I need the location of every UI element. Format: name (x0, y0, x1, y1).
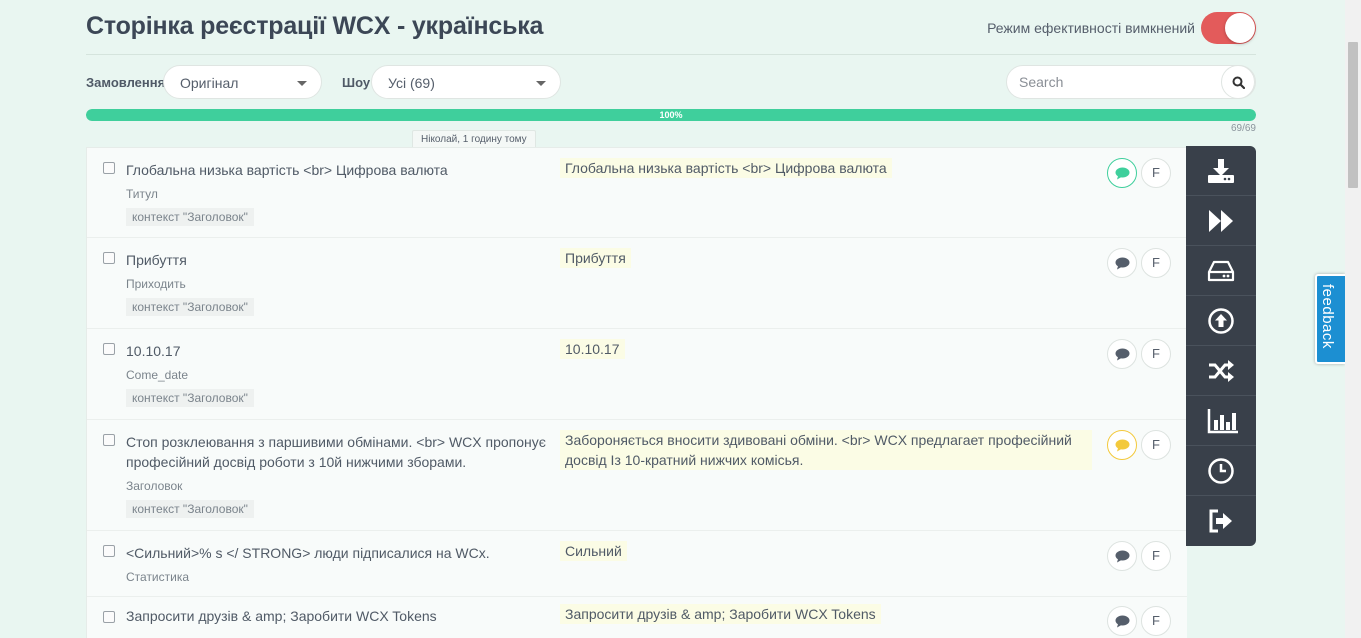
toolbar-shuffle-button[interactable] (1186, 346, 1256, 396)
toolbar-sign-out-button[interactable] (1186, 496, 1256, 546)
comment-icon (1115, 615, 1130, 628)
comment-button[interactable] (1107, 541, 1137, 571)
header-divider (86, 54, 1256, 55)
flag-button[interactable]: F (1141, 339, 1171, 369)
translation-text[interactable]: Глобальна низька вартість <br> Цифрова в… (560, 158, 892, 178)
translation-text[interactable]: 10.10.17 (560, 339, 625, 359)
row-checkbox[interactable] (103, 434, 115, 446)
shuffle-icon (1209, 360, 1234, 382)
row-checkbox[interactable] (103, 545, 115, 557)
comment-icon (1115, 257, 1130, 270)
comment-icon (1115, 439, 1130, 452)
flag-button[interactable]: F (1141, 606, 1171, 636)
string-key: Приходить (126, 277, 186, 291)
toolbar-history-button[interactable] (1186, 446, 1256, 496)
performance-mode-label: Режим ефективності вимкнений (987, 20, 1195, 36)
history-icon (1208, 458, 1234, 484)
search-box (1006, 65, 1256, 99)
toolbar-drive-button[interactable] (1186, 246, 1256, 296)
list-item: Прибуття Приходить контекст "Заголовок" … (87, 238, 1187, 329)
progress-fill: 100% (86, 109, 1256, 121)
progress-count: 69/69 (1230, 123, 1256, 134)
string-key: Титул (126, 187, 158, 201)
row-checkbox[interactable] (103, 162, 115, 174)
row-checkbox[interactable] (103, 252, 115, 264)
context-tag: контекст "Заголовок" (126, 298, 254, 316)
feedback-tab[interactable]: feedback (1315, 274, 1345, 364)
search-icon (1232, 76, 1245, 89)
comment-button[interactable] (1107, 339, 1137, 369)
toolbar-stats-button[interactable] (1186, 396, 1256, 446)
source-text: 10.10.17 (126, 343, 181, 359)
action-toolbar (1186, 146, 1256, 546)
chevron-down-icon (297, 81, 307, 86)
toolbar-fast-forward-button[interactable] (1186, 196, 1256, 246)
performance-mode-toggle[interactable] (1201, 12, 1256, 44)
page: Сторінка реєстрації WCX - українська Реж… (86, 0, 1256, 638)
toolbar-download-button[interactable] (1186, 146, 1256, 196)
performance-mode: Режим ефективності вимкнений (987, 12, 1256, 44)
source-text: Глобальна низька вартість <br> Цифрова в… (126, 162, 448, 178)
sign-out-icon (1209, 509, 1232, 533)
toolbar-upload-button[interactable] (1186, 296, 1256, 346)
page-scrollbar[interactable] (1345, 0, 1361, 638)
flag-button[interactable]: F (1141, 158, 1171, 188)
source-text: Запросити друзів & amp; Заробити WCX Tok… (126, 608, 437, 624)
string-key: Come_date (126, 368, 189, 382)
show-select-value: Усі (69) (388, 75, 435, 91)
source-text: Прибуття (126, 252, 187, 268)
flag-button[interactable]: F (1141, 248, 1171, 278)
stats-icon (1207, 409, 1238, 434)
upload-icon (1208, 308, 1234, 334)
context-tag: контекст "Заголовок" (126, 208, 254, 226)
translation-text[interactable]: Сильний (560, 541, 627, 561)
comment-button[interactable] (1107, 430, 1137, 460)
context-tag: контекст "Заголовок" (126, 389, 254, 407)
comment-button[interactable] (1107, 606, 1137, 636)
chevron-down-icon (536, 81, 546, 86)
flag-button[interactable]: F (1141, 430, 1171, 460)
string-list: Глобальна низька вартість <br> Цифрова в… (86, 147, 1187, 638)
comment-button[interactable] (1107, 248, 1137, 278)
page-title: Сторінка реєстрації WCX - українська (86, 12, 544, 40)
drive-icon (1207, 260, 1235, 282)
show-label: Шоу (342, 75, 371, 90)
download-icon (1208, 159, 1234, 183)
translation-text[interactable]: Прибуття (560, 248, 631, 268)
string-key: Статистика (126, 570, 190, 584)
progress-bar: 100% (86, 109, 1256, 121)
translation-text[interactable]: Забороняється вносити здивовані обміни. … (560, 430, 1092, 470)
order-select-value: Оригінал (180, 75, 239, 91)
list-item: Глобальна низька вартість <br> Цифрова в… (87, 148, 1187, 238)
order-select[interactable]: Оригінал (163, 65, 322, 99)
comment-icon (1115, 167, 1130, 180)
order-label: Замовлення (86, 75, 166, 90)
comment-icon (1115, 550, 1130, 563)
comment-button[interactable] (1107, 158, 1137, 188)
string-key: Заголовок (126, 479, 183, 493)
list-item: Стоп розклеювання з паршивими обмінами. … (87, 420, 1187, 531)
show-select[interactable]: Усі (69) (371, 65, 561, 99)
row-checkbox[interactable] (103, 343, 115, 355)
list-item: Запросити друзів & amp; Заробити WCX Tok… (87, 597, 1187, 638)
list-item: <Сильний>% s </ STRONG> люди підписалися… (87, 531, 1187, 597)
search-input[interactable] (1019, 74, 1209, 90)
list-item: 10.10.17 Come_date контекст "Заголовок" … (87, 329, 1187, 420)
search-button[interactable] (1221, 65, 1255, 99)
last-edit-tooltip: Ніколай, 1 годину тому (412, 130, 536, 148)
row-checkbox[interactable] (103, 611, 115, 623)
scrollbar-thumb[interactable] (1348, 42, 1358, 188)
flag-button[interactable]: F (1141, 541, 1171, 571)
feedback-label: feedback (1319, 284, 1336, 349)
comment-icon (1115, 348, 1130, 361)
translation-text[interactable]: Запросити друзів & amp; Заробити WCX Tok… (560, 604, 881, 624)
context-tag: контекст "Заголовок" (126, 500, 254, 518)
source-text: Стоп розклеювання з паршивими обмінами. … (126, 434, 546, 470)
toggle-knob (1225, 13, 1255, 43)
fast-forward-icon (1209, 210, 1233, 232)
source-text: <Сильний>% s </ STRONG> люди підписалися… (126, 545, 490, 561)
